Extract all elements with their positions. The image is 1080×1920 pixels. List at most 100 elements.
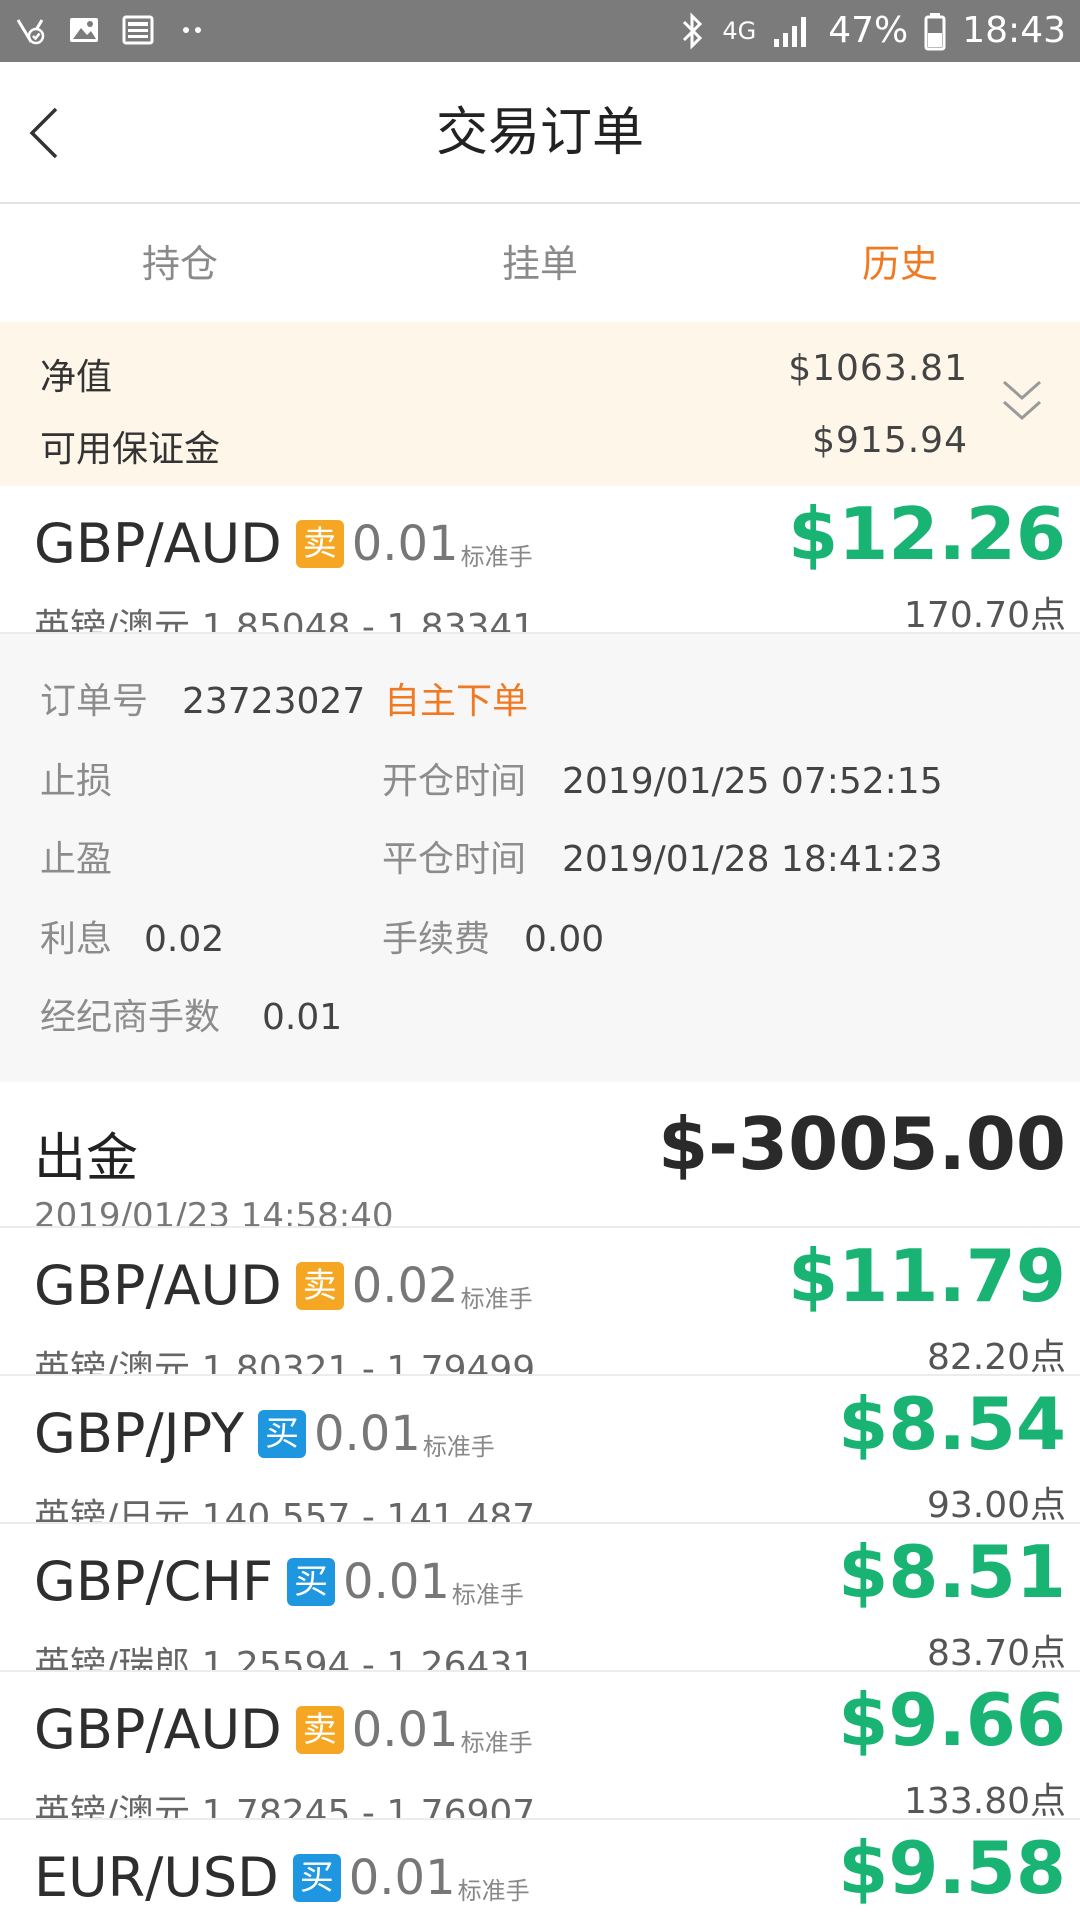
order-profit: $9.66	[838, 1678, 1066, 1762]
order-row[interactable]: GBP/AUD 卖 0.01 标准手 $12.26 英镑/澳元 1.85048 …	[0, 486, 1080, 634]
order-row[interactable]: GBP/CHF 买 0.01 标准手 $8.51 英镑/瑞郎 1.25594 -…	[0, 1524, 1080, 1672]
order-symbol: EUR/USD	[34, 1846, 279, 1909]
net-value-label: 净值	[40, 357, 113, 398]
withdrawal-amount: $-3005.00	[658, 1102, 1066, 1186]
side-badge: 卖	[295, 1261, 344, 1310]
tab-positions[interactable]: 持仓	[0, 206, 360, 322]
order-row[interactable]: GBP/JPY 买 0.01 标准手 $8.54 英镑/日元 140.557 -…	[0, 1376, 1080, 1524]
order-lots: 0.01	[351, 1701, 459, 1758]
open-time: 2019/01/25 07:52:15	[562, 761, 943, 802]
order-type: 自主下单	[384, 681, 529, 722]
order-points: 93.00点	[926, 1485, 1066, 1524]
order-symbol: GBP/AUD	[34, 1698, 282, 1761]
signal-icon	[774, 17, 807, 47]
order-profit: $8.51	[838, 1530, 1066, 1614]
detail-row-interest: 利息 0.02 手续费 0.00	[0, 910, 1080, 970]
order-points: 83.70点	[926, 1633, 1066, 1672]
status-left-icons	[14, 14, 208, 46]
fee: 0.00	[524, 919, 605, 960]
bluetooth-icon	[683, 12, 703, 50]
order-symbol: GBP/JPY	[34, 1402, 244, 1465]
interest: 0.02	[144, 919, 225, 960]
withdrawal-time: 2019/01/23 14:58:40	[34, 1196, 394, 1228]
tab-pending[interactable]: 挂单	[360, 206, 720, 322]
withdrawal-title: 出金	[34, 1129, 139, 1189]
net-value: $1063.81	[788, 348, 968, 389]
lots-unit: 标准手	[451, 1581, 524, 1609]
side-badge: 买	[287, 1557, 336, 1606]
order-lots: 0.02	[351, 1257, 459, 1314]
notification-check-icon	[16, 19, 45, 45]
lots-unit: 标准手	[460, 543, 533, 571]
clock: 18:43	[962, 10, 1066, 51]
order-row[interactable]: EUR/USD 买 0.01 标准手 $9.58	[0, 1820, 1080, 1920]
order-symbol-group: GBP/AUD 卖 0.02 标准手	[34, 1254, 533, 1317]
battery-percent: 47%	[828, 10, 909, 51]
close-time-label: 平仓时间	[382, 839, 527, 880]
detail-row-order-no: 订单号 23723027 自主下单	[0, 672, 1080, 732]
gallery-icon	[70, 18, 98, 42]
nav-bar: 交易订单	[0, 62, 1080, 204]
broker-lots: 0.01	[262, 997, 343, 1038]
order-symbol: GBP/AUD	[34, 1254, 282, 1317]
order-detail-panel: 订单号 23723027 自主下单 止损 开仓时间 2019/01/25 07:…	[0, 634, 1080, 1082]
order-points: 170.70点	[904, 595, 1066, 634]
side-badge: 买	[292, 1853, 341, 1902]
order-price-range: 英镑/澳元 1.85048 - 1.83341	[34, 607, 536, 634]
side-badge: 卖	[295, 1705, 344, 1754]
stop-loss-label: 止损	[40, 761, 113, 802]
battery-icon	[924, 13, 946, 51]
more-dots-icon	[183, 27, 201, 33]
order-symbol-group: GBP/AUD 卖 0.01 标准手	[34, 512, 533, 575]
lots-unit: 标准手	[460, 1285, 533, 1313]
fee-label: 手续费	[382, 919, 491, 960]
open-time-label: 开仓时间	[382, 761, 527, 802]
order-price-range: 英镑/澳元 1.80321 - 1.79499	[34, 1349, 536, 1376]
order-profit: $11.79	[788, 1234, 1066, 1318]
order-symbol-group: GBP/CHF 买 0.01 标准手	[34, 1550, 524, 1613]
order-row[interactable]: GBP/AUD 卖 0.02 标准手 $11.79 英镑/澳元 1.80321 …	[0, 1228, 1080, 1376]
order-price-range: 英镑/日元 140.557 - 141.487	[34, 1497, 536, 1524]
order-symbol-group: GBP/JPY 买 0.01 标准手	[34, 1402, 495, 1465]
detail-row-stop-loss: 止损 开仓时间 2019/01/25 07:52:15	[0, 752, 1080, 812]
double-chevron-down-icon	[1003, 380, 1041, 421]
order-symbol: GBP/CHF	[34, 1550, 274, 1613]
order-symbol-group: GBP/AUD 卖 0.01 标准手	[34, 1698, 533, 1761]
status-right: 4G 47% 18:43	[680, 6, 1066, 56]
order-lots: 0.01	[313, 1405, 421, 1462]
lots-unit: 标准手	[460, 1729, 533, 1757]
tab-bar: 持仓 挂单 历史	[0, 206, 1080, 322]
side-badge: 卖	[295, 519, 344, 568]
order-no-label: 订单号	[40, 681, 149, 722]
close-time: 2019/01/28 18:41:23	[562, 839, 943, 880]
order-lots: 0.01	[343, 1553, 450, 1610]
order-price-range: 英镑/瑞郎 1.25594 - 1.26431	[34, 1645, 536, 1672]
order-price-range: 英镑/澳元 1.78245 - 1.76907	[34, 1793, 536, 1820]
network-type: 4G	[722, 17, 757, 45]
lots-unit: 标准手	[422, 1433, 495, 1461]
order-symbol: GBP/AUD	[34, 512, 282, 575]
margin-label: 可用保证金	[40, 429, 221, 470]
side-badge: 买	[257, 1409, 306, 1458]
status-bar: 4G 47% 18:43	[0, 0, 1080, 62]
broker-lots-label: 经纪商手数	[40, 997, 221, 1038]
detail-row-broker-lots: 经纪商手数 0.01	[0, 988, 1080, 1048]
order-row[interactable]: GBP/AUD 卖 0.01 标准手 $9.66 英镑/澳元 1.78245 -…	[0, 1672, 1080, 1820]
order-profit: $8.54	[838, 1382, 1066, 1466]
news-icon	[122, 15, 154, 45]
order-no: 23723027	[182, 681, 366, 722]
tab-history[interactable]: 历史	[720, 206, 1080, 322]
lots-unit: 标准手	[457, 1877, 530, 1905]
expand-summary-button[interactable]	[994, 370, 1050, 434]
order-points: 133.80点	[904, 1781, 1066, 1820]
detail-row-take-profit: 止盈 平仓时间 2019/01/28 18:41:23	[0, 830, 1080, 890]
order-points: 82.20点	[926, 1337, 1066, 1376]
take-profit-label: 止盈	[40, 839, 113, 880]
order-symbol-group: EUR/USD 买 0.01 标准手	[34, 1846, 530, 1909]
account-summary: 净值 $1063.81 可用保证金 $915.94	[0, 322, 1080, 486]
interest-label: 利息	[40, 919, 113, 960]
order-profit: $9.58	[838, 1826, 1066, 1910]
withdrawal-row[interactable]: 出金 $-3005.00 2019/01/23 14:58:40	[0, 1082, 1080, 1228]
page-title: 交易订单	[435, 103, 644, 163]
order-lots: 0.01	[351, 515, 459, 572]
